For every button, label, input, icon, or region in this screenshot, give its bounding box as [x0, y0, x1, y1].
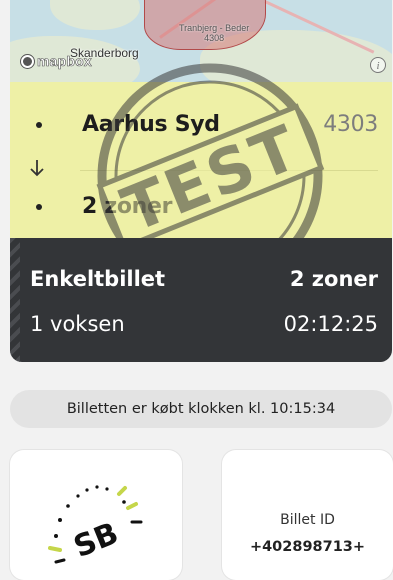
validity-countdown: 02:12:25	[283, 312, 378, 336]
sb-animated-logo: SB	[48, 485, 143, 565]
route-map[interactable]: Tranbjerg - Beder 4308 Skanderborg mapbo…	[10, 0, 392, 82]
map-land	[50, 0, 140, 30]
route-origin: Aarhus Syd 4303	[36, 112, 378, 137]
destination-name: 2 zoner	[82, 194, 173, 219]
fare-stripe	[10, 238, 20, 362]
billet-id-label: Billet ID	[280, 512, 335, 528]
passenger-count: 1 voksen	[30, 312, 125, 336]
route-divider	[80, 170, 378, 171]
purchase-time-note: Billetten er købt klokken kl. 10:15:34	[10, 390, 392, 428]
ticket-type: Enkeltbillet	[30, 267, 166, 291]
mapbox-logo[interactable]: mapbox	[18, 52, 98, 70]
ticket-zones: 2 zoner	[289, 267, 378, 291]
mapbox-logo-icon	[21, 54, 34, 68]
bullet-icon	[36, 121, 42, 128]
origin-name: Aarhus Syd	[82, 112, 220, 137]
zone-area-label: Tranbjerg - Beder 4308	[179, 23, 249, 43]
arrow-down-icon	[30, 158, 44, 182]
info-icon[interactable]: i	[370, 57, 386, 73]
origin-zone: 4303	[323, 112, 378, 137]
route-section: Aarhus Syd 4303 2 zoner	[10, 82, 392, 238]
zone-area-name: Tranbjerg - Beder	[179, 23, 250, 33]
fare-section: Enkeltbillet 2 zoner 1 voksen 02:12:25	[10, 238, 392, 362]
sb-logo-text: SB	[69, 516, 123, 565]
billet-id-card: Billet ID +402898713+	[222, 450, 393, 580]
route-destination: 2 zoner	[36, 194, 378, 219]
ticket-card: Tranbjerg - Beder 4308 Skanderborg mapbo…	[10, 0, 392, 362]
logo-card: SB	[10, 450, 182, 580]
fare-line-passenger: 1 voksen 02:12:25	[30, 312, 378, 336]
fare-line-type: Enkeltbillet 2 zoner	[30, 267, 378, 291]
zone-area-number: 4308	[204, 33, 225, 43]
bullet-icon	[36, 203, 42, 210]
billet-id-value: +402898713+	[249, 539, 366, 555]
mapbox-logo-text: mapbox	[37, 53, 92, 70]
